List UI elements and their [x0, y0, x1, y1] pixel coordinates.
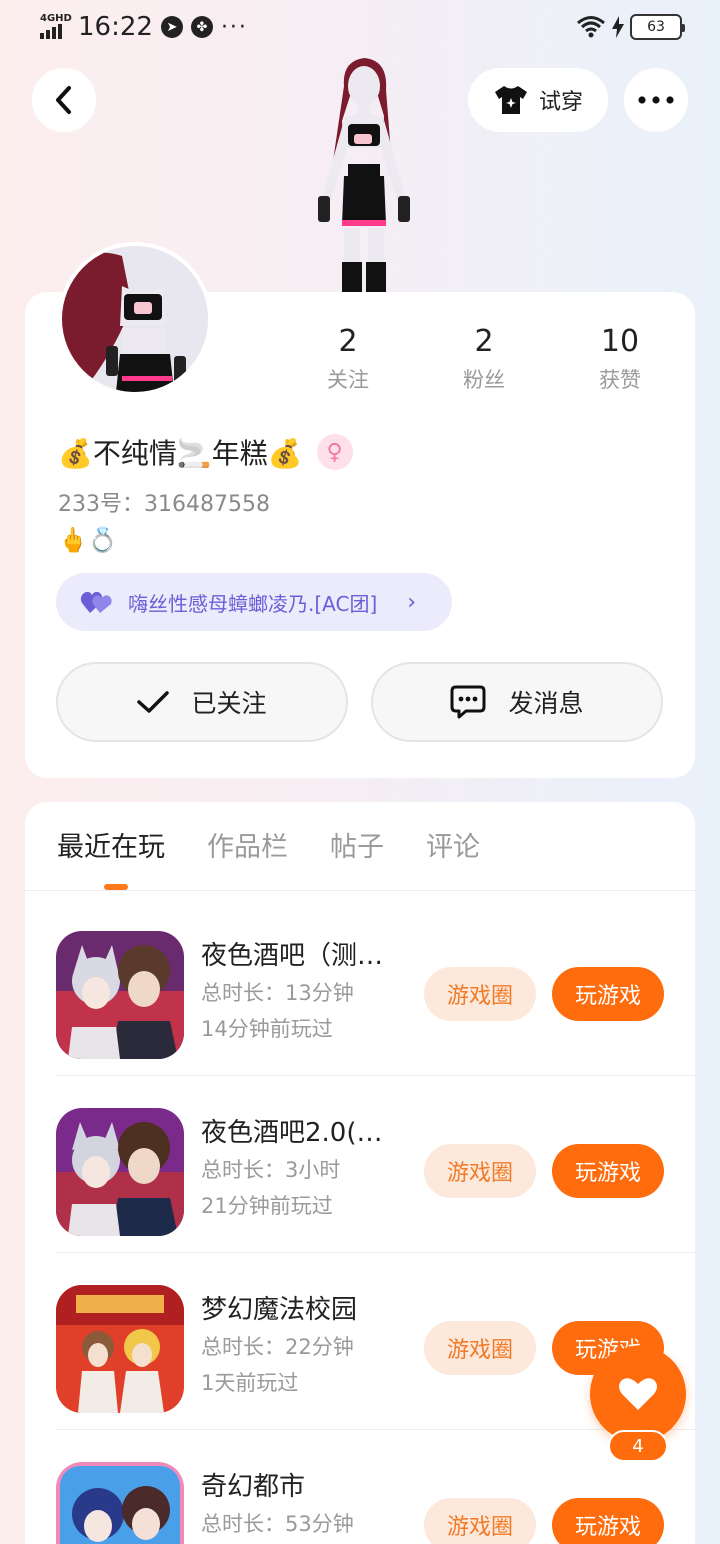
game-circle-button[interactable]: 游戏圈	[424, 1321, 536, 1375]
network-type: 4GHD	[40, 13, 72, 24]
stat-fans[interactable]: 2 粉丝	[416, 324, 552, 394]
avatar[interactable]	[58, 242, 212, 396]
send-message-button[interactable]: 发消息	[371, 662, 663, 742]
followed-button[interactable]: 已关注	[56, 662, 348, 742]
game-title: 夜色酒吧（测…	[201, 941, 384, 971]
like-button[interactable]	[590, 1346, 686, 1442]
stat-likes[interactable]: 10 获赞	[552, 324, 688, 394]
profile-tabs: 最近在玩 作品栏 帖子 评论	[57, 826, 480, 870]
stat-label: 获赞	[599, 368, 641, 392]
try-on-button[interactable]: 试穿	[468, 68, 608, 132]
play-game-button[interactable]: 玩游戏	[552, 1498, 664, 1544]
user-id: 233号：316487558	[58, 492, 270, 517]
tab-posts[interactable]: 帖子	[330, 826, 384, 870]
more-icon	[638, 96, 674, 104]
game-icon[interactable]	[56, 1285, 184, 1413]
game-title: 梦幻魔法校园	[201, 1295, 358, 1325]
profile-stats: 2 关注 2 粉丝 10 获赞	[280, 324, 690, 394]
game-duration: 总时长：53分钟	[201, 1512, 354, 1536]
tab-recently-played[interactable]: 最近在玩	[57, 826, 165, 870]
try-on-label: 试穿	[538, 90, 583, 115]
play-game-button[interactable]: 玩游戏	[552, 967, 664, 1021]
game-last-played: 14分钟前玩过	[201, 1017, 333, 1041]
group-name: 嗨丝性感母蟑螂凌乃.[AC团]	[128, 591, 378, 616]
double-heart-icon	[80, 591, 112, 613]
user-signature: 🖕💍	[58, 526, 118, 554]
game-last-played: 21分钟前玩过	[201, 1194, 333, 1218]
game-duration: 总时长：22分钟	[201, 1335, 354, 1359]
tab-comments[interactable]: 评论	[426, 826, 480, 870]
signal-icon: 4GHD	[38, 13, 72, 41]
battery-level: 63	[647, 19, 665, 35]
avatar-3d-figure[interactable]	[292, 56, 432, 292]
user-name: 💰不纯情🚬年糕💰	[58, 437, 303, 470]
game-title: 奇幻都市	[201, 1472, 306, 1502]
wifi-icon	[577, 16, 605, 38]
group-badge[interactable]: 嗨丝性感母蟑螂凌乃.[AC团] ›	[56, 573, 453, 631]
status-bar: 4GHD 16:22 ➤ ✤ ··· 63	[0, 0, 720, 56]
status-time: 16:22	[78, 12, 153, 42]
stat-value: 2	[338, 324, 358, 359]
game-circle-button[interactable]: 游戏圈	[424, 1498, 536, 1544]
check-icon	[137, 691, 170, 713]
name-row: 💰不纯情🚬年糕💰 ♀	[58, 432, 353, 472]
game-row[interactable]: 夜色酒吧2.0(… 总时长：3小时 21分钟前玩过 游戏圈 玩游戏	[25, 1076, 695, 1253]
tab-divider	[25, 890, 695, 891]
game-duration: 总时长：13分钟	[201, 981, 354, 1005]
game-title: 夜色酒吧2.0(…	[201, 1118, 383, 1148]
female-gender-icon: ♀	[316, 434, 353, 470]
battery-icon: 63	[630, 14, 685, 40]
game-icon[interactable]	[56, 1462, 184, 1544]
chevron-left-icon	[56, 86, 71, 114]
chevron-right-icon: ›	[407, 589, 417, 615]
play-game-button[interactable]: 玩游戏	[552, 1144, 664, 1198]
game-icon[interactable]	[56, 931, 184, 1059]
game-last-played: 1天前玩过	[201, 1371, 299, 1395]
stat-value: 2	[474, 324, 494, 359]
more-notifications-icon: ···	[220, 14, 248, 40]
stat-label: 粉丝	[463, 368, 505, 392]
compass-icon: ➤	[160, 16, 183, 38]
tab-works[interactable]: 作品栏	[207, 826, 288, 870]
charging-icon	[612, 16, 624, 38]
game-row[interactable]: 夜色酒吧（测… 总时长：13分钟 14分钟前玩过 游戏圈 玩游戏	[25, 899, 695, 1076]
more-button[interactable]	[624, 68, 688, 132]
fan-icon: ✤	[190, 16, 213, 38]
game-circle-button[interactable]: 游戏圈	[424, 1144, 536, 1198]
like-count-badge: 4	[608, 1430, 668, 1462]
stat-label: 关注	[327, 368, 369, 392]
tshirt-icon	[494, 86, 527, 114]
heart-icon	[619, 1378, 657, 1410]
chat-bubble-icon	[450, 685, 486, 719]
game-row[interactable]: 奇幻都市 总时长：53分钟 游戏圈 玩游戏	[25, 1430, 695, 1544]
send-message-label: 发消息	[508, 689, 584, 718]
game-duration: 总时长：3小时	[201, 1158, 341, 1182]
stat-following[interactable]: 2 关注	[280, 324, 416, 394]
game-circle-button[interactable]: 游戏圈	[424, 967, 536, 1021]
game-icon[interactable]	[56, 1108, 184, 1236]
followed-label: 已关注	[191, 689, 267, 718]
stat-value: 10	[600, 324, 640, 359]
back-button[interactable]	[32, 68, 96, 132]
